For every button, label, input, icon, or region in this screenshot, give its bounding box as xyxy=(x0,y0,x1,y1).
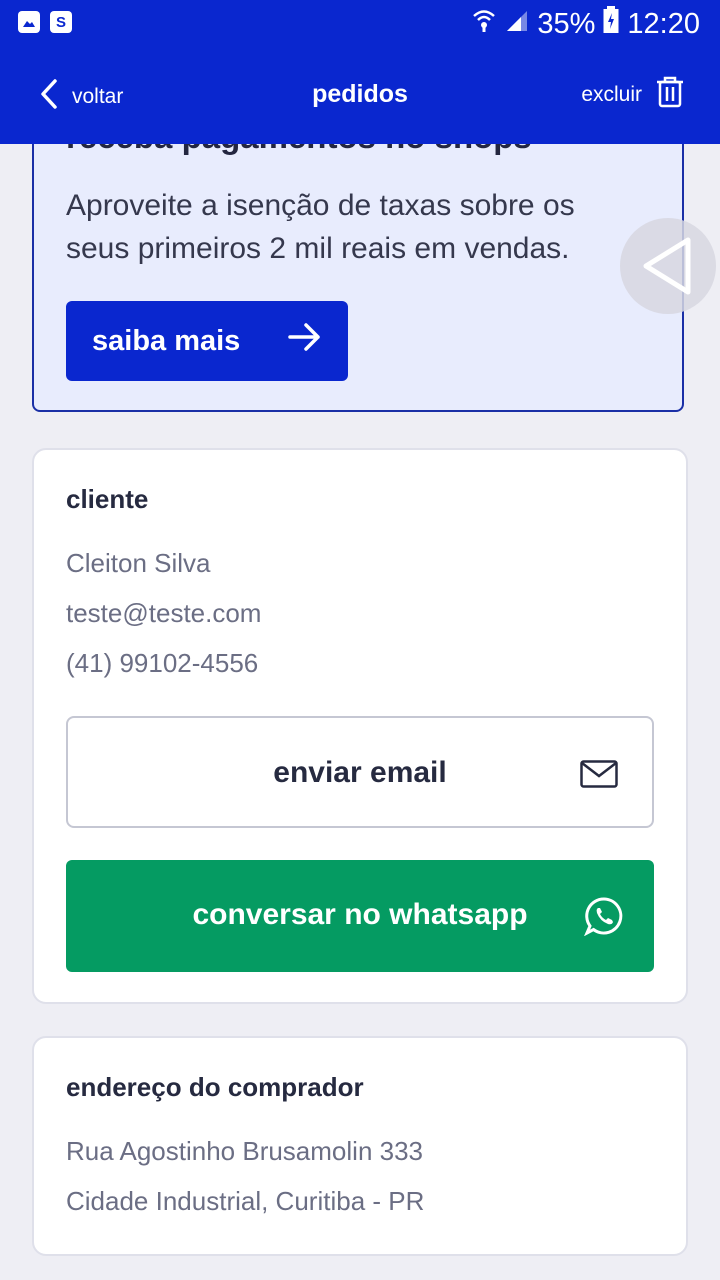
delete-button[interactable]: excluir xyxy=(581,76,684,113)
status-bar: S 35% 12:20 xyxy=(0,0,720,48)
address-card: endereço do comprador Rua Agostinho Brus… xyxy=(32,1036,688,1256)
app-bar: voltar pedidos excluir xyxy=(0,48,720,144)
promo-banner: receba pagamentos no shops Aproveite a i… xyxy=(32,100,684,412)
battery-icon xyxy=(603,6,619,42)
client-phone: (41) 99102-4556 xyxy=(66,648,259,678)
address-title: endereço do comprador xyxy=(66,1072,364,1102)
send-email-button[interactable]: enviar email xyxy=(66,716,654,828)
client-email: teste@teste.com xyxy=(66,598,262,628)
whatsapp-label: conversar no whatsapp xyxy=(192,898,528,931)
client-title: cliente xyxy=(66,484,149,514)
signal-icon xyxy=(505,8,529,41)
whatsapp-button[interactable]: conversar no whatsapp xyxy=(66,860,654,972)
send-email-label: enviar email xyxy=(273,756,447,789)
trash-icon xyxy=(656,76,684,113)
arrow-right-icon xyxy=(288,323,322,359)
learn-more-label: saiba mais xyxy=(92,324,241,357)
address-line-2: Cidade Industrial, Curitiba - PR xyxy=(66,1186,425,1216)
delete-label: excluir xyxy=(581,82,642,106)
client-card: cliente Cleiton Silva teste@teste.com (4… xyxy=(32,448,688,1004)
wifi-icon xyxy=(471,7,497,41)
image-icon xyxy=(18,11,40,33)
clock: 12:20 xyxy=(627,7,700,40)
promo-text: Aproveite a isenção de taxas sobre os se… xyxy=(66,189,575,265)
address-line-1: Rua Agostinho Brusamolin 333 xyxy=(66,1136,424,1166)
battery-percent: 35% xyxy=(537,7,596,40)
whatsapp-icon xyxy=(583,896,624,941)
learn-more-button[interactable]: saiba mais xyxy=(66,301,348,381)
floating-back-button[interactable] xyxy=(620,218,716,314)
triangle-left-icon xyxy=(643,237,691,295)
envelope-icon xyxy=(580,760,618,793)
client-name: Cleiton Silva xyxy=(66,548,211,578)
s-app-icon: S xyxy=(50,11,72,33)
